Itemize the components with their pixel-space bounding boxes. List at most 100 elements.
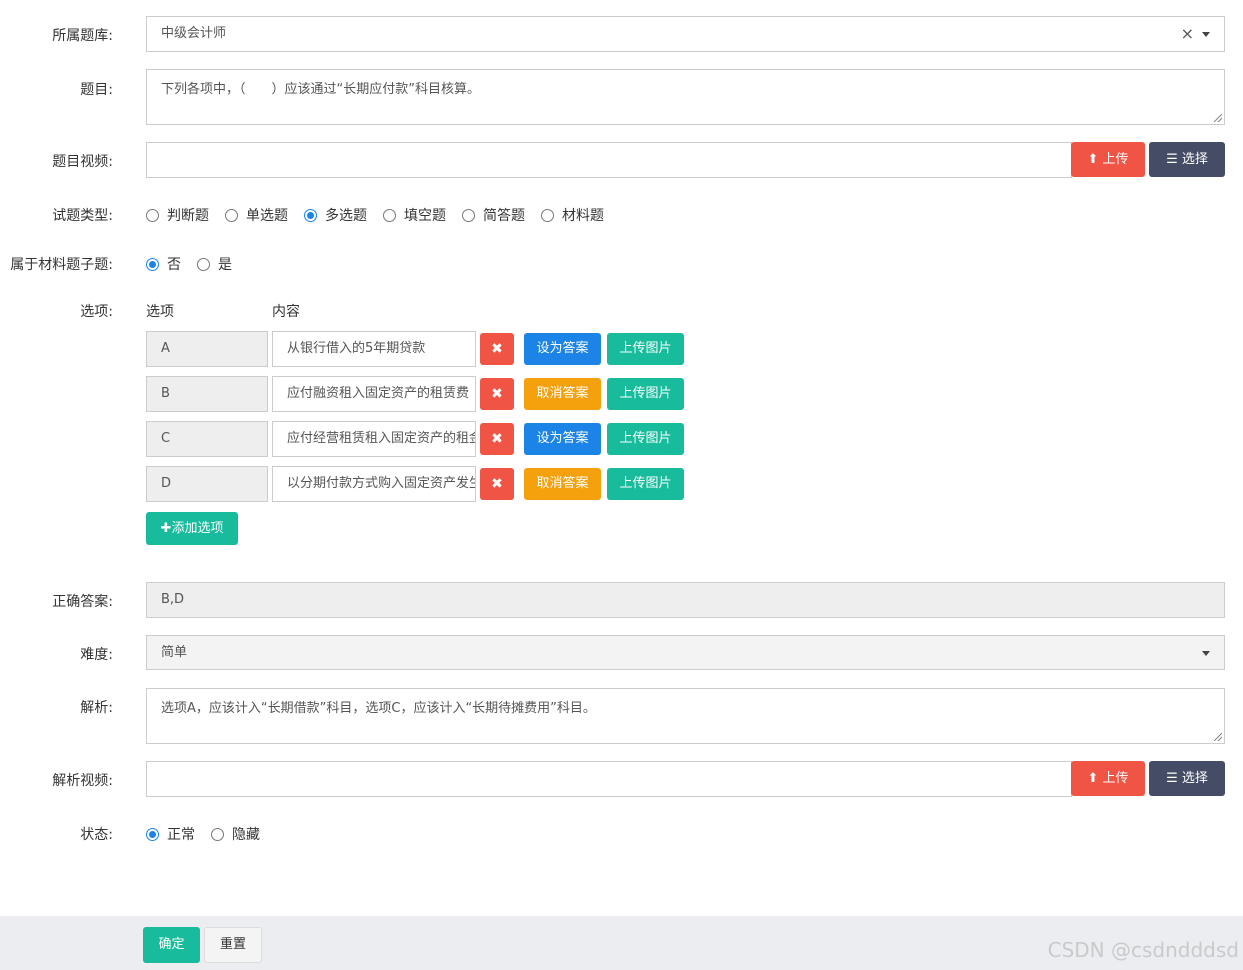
analysis-label: 解析: — [80, 700, 113, 716]
question-type-radio-label: 多选题 — [325, 208, 367, 224]
choose-label: 选择 — [1181, 771, 1208, 786]
radio-circle-icon[interactable] — [146, 827, 159, 841]
list-icon: ☰ — [1166, 771, 1178, 786]
radio-circle-icon[interactable] — [383, 208, 396, 222]
analysis-video-label: 解析视频: — [52, 773, 113, 789]
delete-option-button[interactable]: ✖ — [480, 468, 514, 500]
choose-label: 选择 — [1181, 152, 1208, 167]
reset-button[interactable]: 重置 — [204, 927, 262, 963]
correct-answer-value: B,D — [161, 592, 185, 607]
choices-header-letter: 选项 — [146, 304, 174, 320]
correct-answer-field: B,D — [146, 582, 1225, 618]
resize-handle-icon[interactable] — [1214, 114, 1222, 122]
set-answer-button[interactable]: 设为答案 — [524, 423, 601, 455]
status-radios: 正常 隐藏 — [146, 824, 276, 844]
radio-circle-icon[interactable] — [541, 208, 554, 222]
upload-image-button[interactable]: 上传图片 — [607, 468, 684, 500]
option-letter-field: A — [146, 331, 268, 367]
question-type-radio-2[interactable]: 多选题 — [304, 205, 367, 225]
radio-circle-icon[interactable] — [211, 827, 224, 841]
question-video-upload-button[interactable]: ⬆ 上传 — [1071, 142, 1145, 177]
plus-icon: ✚ — [160, 521, 172, 536]
analysis-textarea[interactable]: 选项A，应该计入“长期借款”科目，选项C，应该计入“长期待摊费用”科目。 — [146, 688, 1225, 744]
analysis-text: 选项A，应该计入“长期借款”科目，选项C，应该计入“长期待摊费用”科目。 — [161, 701, 596, 716]
set-answer-button[interactable]: 设为答案 — [524, 333, 601, 365]
correct-answer-label: 正确答案: — [52, 594, 113, 610]
bank-select[interactable]: 中级会计师 × — [146, 16, 1225, 52]
option-content-input[interactable]: 从银行借入的5年期贷款 — [272, 331, 476, 367]
upload-label: 上传 — [1102, 771, 1129, 786]
option-content-input[interactable]: 应付融资租入固定资产的租赁费 — [272, 376, 476, 412]
unset-answer-button[interactable]: 取消答案 — [524, 468, 601, 500]
sub-question-radio-label: 否 — [167, 257, 181, 273]
option-letter-field: B — [146, 376, 268, 412]
radio-circle-icon[interactable] — [146, 257, 159, 271]
question-type-radio-0[interactable]: 判断题 — [146, 205, 209, 225]
confirm-button[interactable]: 确定 — [143, 927, 200, 963]
question-type-radio-label: 简答题 — [483, 208, 525, 224]
analysis-video-upload-button[interactable]: ⬆ 上传 — [1071, 761, 1145, 796]
bank-label: 所属题库: — [52, 28, 113, 44]
sub-question-radio-1[interactable]: 是 — [197, 254, 232, 274]
radio-circle-icon[interactable] — [146, 208, 159, 222]
question-textarea[interactable]: 下列各项中，（ ）应该通过“长期应付款”科目核算。 — [146, 69, 1225, 125]
question-type-radio-5[interactable]: 材料题 — [541, 205, 604, 225]
question-type-radio-label: 填空题 — [404, 208, 446, 224]
radio-circle-icon[interactable] — [225, 208, 238, 222]
list-icon: ☰ — [1166, 152, 1178, 167]
difficulty-select[interactable]: 简单 — [146, 635, 1225, 670]
question-type-radio-label: 材料题 — [562, 208, 604, 224]
add-option-label: 添加选项 — [171, 521, 224, 536]
question-video-input[interactable] — [146, 142, 1072, 178]
chevron-down-icon[interactable] — [1202, 32, 1210, 37]
option-letter-field: D — [146, 466, 268, 502]
question-type-radios: 判断题 单选题 多选题 填空题 简答题 材料题 — [146, 205, 620, 225]
upload-label: 上传 — [1102, 152, 1129, 167]
upload-icon: ⬆ — [1087, 771, 1099, 786]
status-radio-1[interactable]: 隐藏 — [211, 824, 260, 844]
question-video-choose-button[interactable]: ☰ 选择 — [1149, 142, 1225, 177]
sub-question-radios: 否是 — [146, 254, 248, 274]
status-radio-0[interactable]: 正常 — [146, 824, 195, 844]
analysis-video-input[interactable] — [146, 761, 1072, 797]
sub-question-radio-label: 是 — [218, 257, 232, 273]
watermark: CSDN @csdndddsd — [1047, 938, 1239, 962]
difficulty-label: 难度: — [80, 647, 113, 663]
difficulty-value: 简单 — [161, 645, 188, 660]
question-type-radio-label: 判断题 — [167, 208, 209, 224]
delete-option-button[interactable]: ✖ — [480, 423, 514, 455]
unset-answer-button[interactable]: 取消答案 — [524, 378, 601, 410]
status-label: 状态: — [80, 827, 113, 843]
add-option-button[interactable]: ✚添加选项 — [146, 512, 238, 545]
question-type-radio-label: 单选题 — [246, 208, 288, 224]
option-content-input[interactable]: 应付经营租赁租入固定资产的租金 — [272, 421, 476, 457]
choices-label: 选项: — [80, 304, 113, 320]
upload-image-button[interactable]: 上传图片 — [607, 333, 684, 365]
question-video-label: 题目视频: — [52, 154, 113, 170]
upload-image-button[interactable]: 上传图片 — [607, 378, 684, 410]
option-content-input[interactable]: 以分期付款方式购入固定资产发生的应付款项 — [272, 466, 476, 502]
bank-select-value: 中级会计师 — [161, 26, 227, 41]
radio-circle-icon[interactable] — [197, 257, 210, 271]
sub-question-label: 属于材料题子题: — [10, 257, 113, 273]
question-type-radio-3[interactable]: 填空题 — [383, 205, 446, 225]
resize-handle-icon[interactable] — [1214, 733, 1222, 741]
choices-header-content: 内容 — [272, 304, 300, 320]
status-radio-label: 隐藏 — [232, 827, 260, 843]
chevron-down-icon[interactable] — [1202, 650, 1210, 656]
question-label: 题目: — [80, 82, 113, 98]
clear-icon[interactable]: × — [1181, 17, 1194, 51]
upload-image-button[interactable]: 上传图片 — [607, 423, 684, 455]
delete-option-button[interactable]: ✖ — [480, 378, 514, 410]
question-type-radio-1[interactable]: 单选题 — [225, 205, 288, 225]
question-type-radio-4[interactable]: 简答题 — [462, 205, 525, 225]
upload-icon: ⬆ — [1087, 152, 1099, 167]
radio-circle-icon[interactable] — [462, 208, 475, 222]
question-type-label: 试题类型: — [52, 208, 113, 224]
delete-option-button[interactable]: ✖ — [480, 333, 514, 365]
radio-circle-icon[interactable] — [304, 208, 317, 222]
analysis-video-choose-button[interactable]: ☰ 选择 — [1149, 761, 1225, 796]
option-letter-field: C — [146, 421, 268, 457]
question-text: 下列各项中，（ ）应该通过“长期应付款”科目核算。 — [161, 82, 480, 97]
sub-question-radio-0[interactable]: 否 — [146, 254, 181, 274]
